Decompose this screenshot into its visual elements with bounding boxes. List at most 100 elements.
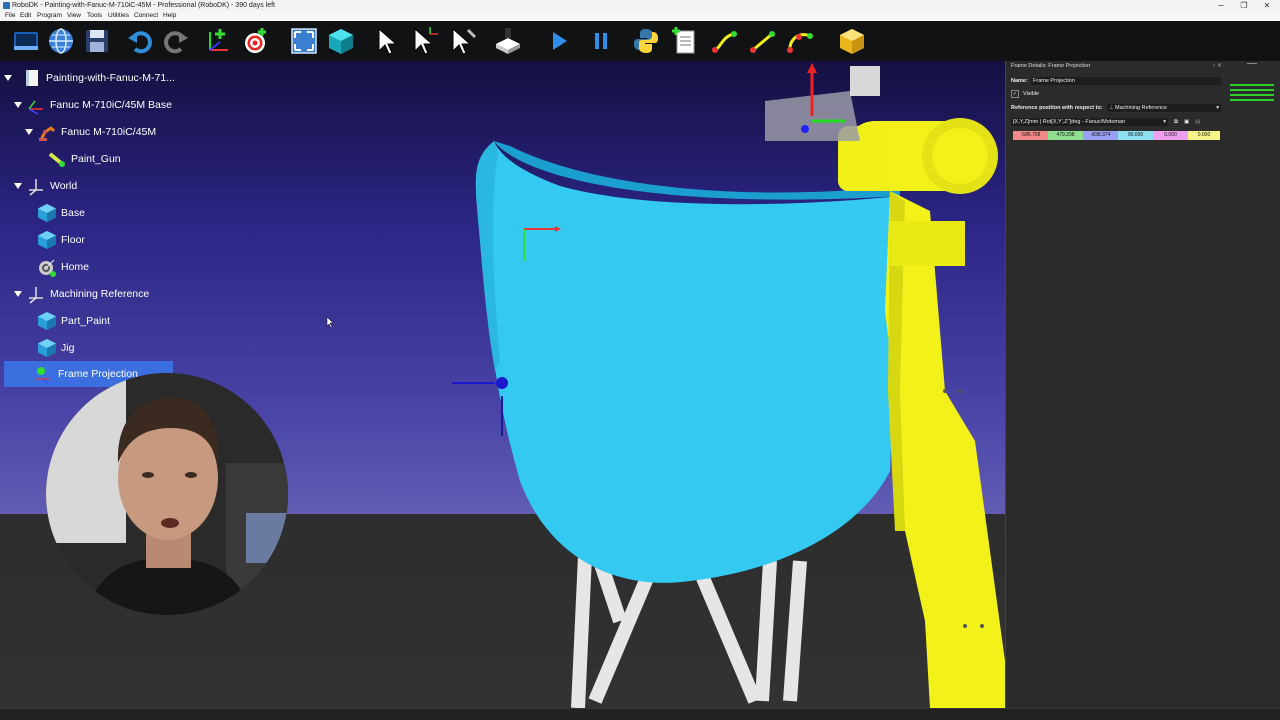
- move-reference-icon[interactable]: [409, 25, 441, 57]
- undo-icon[interactable]: [124, 25, 156, 57]
- reference-label: Reference position with respect to:: [1011, 105, 1103, 111]
- tree-item-machining-reference[interactable]: Machining Reference: [26, 282, 149, 306]
- visible-checkbox[interactable]: ✓: [1011, 90, 1019, 98]
- coord-y[interactable]: 479.298: [1048, 131, 1083, 140]
- webcam-overlay: [46, 373, 288, 615]
- object-icon: [38, 204, 56, 222]
- move-linear-icon[interactable]: [747, 25, 779, 57]
- redo-icon[interactable]: [160, 25, 192, 57]
- select-icon[interactable]: [372, 25, 404, 57]
- part-paint-model: [475, 141, 900, 583]
- main-toolbar: [0, 21, 1280, 61]
- tree-item-base[interactable]: Base: [37, 201, 85, 225]
- minimize-button[interactable]: ─: [1209, 0, 1233, 11]
- export-simulation-icon[interactable]: [492, 25, 524, 57]
- web-library-icon[interactable]: [45, 25, 77, 57]
- name-label: Name:: [1011, 78, 1028, 84]
- object-icon: [38, 312, 56, 330]
- python-program-icon[interactable]: [630, 25, 662, 57]
- dock-handle[interactable]: [1247, 63, 1257, 64]
- tree-item-robot-base[interactable]: Fanuc M-710iC/45M Base: [26, 93, 172, 117]
- panel-dock-icons[interactable]: ▫ ✕: [1213, 62, 1222, 69]
- menu-file[interactable]: File: [5, 11, 15, 21]
- expand-arrow-world[interactable]: [14, 183, 22, 189]
- tree-item-robot[interactable]: Fanuc M-710iC/45M: [37, 120, 156, 144]
- tree-item-home[interactable]: Home: [37, 255, 89, 279]
- station-icon: [26, 70, 38, 86]
- save-icon[interactable]: [81, 25, 113, 57]
- format-select[interactable]: [X,Y,Z]mm | Rot[X,Y',Z'']deg - Fanuc/Mot…: [1011, 118, 1168, 126]
- tree-item-jig[interactable]: Jig: [37, 336, 74, 360]
- close-button[interactable]: ✕: [1255, 0, 1279, 11]
- add-target-icon[interactable]: [239, 25, 271, 57]
- isometric-view-icon[interactable]: [325, 25, 357, 57]
- chevron-down-icon: ▾: [1216, 105, 1219, 111]
- signal-bars-icon: [1230, 84, 1274, 102]
- more-icon[interactable]: ▤: [1195, 119, 1200, 125]
- coord-rz[interactable]: 0.000: [1188, 131, 1220, 140]
- menu-tools[interactable]: Tools: [87, 11, 102, 21]
- name-row: Name: Frame Projection: [1011, 77, 1221, 85]
- copy-icon[interactable]: ⧉: [1174, 119, 1178, 126]
- open-station-icon[interactable]: [10, 25, 42, 57]
- format-row: [X,Y,Z]mm | Rot[X,Y',Z'']deg - Fanuc/Mot…: [1011, 118, 1221, 126]
- robot-icon: [39, 126, 56, 141]
- frame-select-icon: ⊥: [1108, 105, 1114, 111]
- menu-utilities[interactable]: Utilities: [108, 11, 129, 21]
- play-icon[interactable]: [543, 25, 575, 57]
- coord-ry[interactable]: 0.000: [1153, 131, 1188, 140]
- frame-icon: [29, 179, 43, 196]
- chevron-down-icon: ▾: [1163, 119, 1166, 125]
- target-icon: [39, 259, 56, 277]
- fit-all-icon[interactable]: [288, 25, 320, 57]
- robodk-window: RoboDK - Painting-with-Fanuc-M-710iC-45M…: [0, 0, 1280, 720]
- tree-item-paint-gun[interactable]: Paint_Gun: [47, 147, 121, 171]
- frame-small-icon: [36, 367, 50, 384]
- move-tool-icon[interactable]: [447, 25, 479, 57]
- tree-item-part-paint[interactable]: Part_Paint: [37, 309, 110, 333]
- coord-x[interactable]: -586.798: [1013, 131, 1048, 140]
- coord-z[interactable]: -838.374: [1083, 131, 1118, 140]
- frame-icon: [29, 287, 43, 304]
- object-icon: [38, 339, 56, 357]
- presenter-video: [46, 373, 288, 615]
- frame-projection-marker: [452, 377, 508, 436]
- station-tree: Painting-with-Fanuc-M-71... Fanuc M-710i…: [0, 61, 300, 401]
- paste-icon[interactable]: ▣: [1184, 119, 1189, 125]
- window-title: RoboDK - Painting-with-Fanuc-M-710iC-45M…: [12, 2, 275, 9]
- tool-icon: [48, 152, 65, 167]
- menu-view[interactable]: View: [67, 11, 81, 21]
- tree-item-station[interactable]: Painting-with-Fanuc-M-71...: [22, 66, 175, 90]
- expand-arrow-machining-reference[interactable]: [14, 291, 22, 297]
- app-logo-icon: [3, 2, 10, 9]
- tree-item-world[interactable]: World: [26, 174, 77, 198]
- status-bar: [0, 708, 1280, 720]
- add-frame-icon[interactable]: [203, 25, 235, 57]
- mouse-cursor: [326, 316, 334, 329]
- expand-arrow-robot[interactable]: [25, 129, 33, 135]
- move-joint-icon[interactable]: [709, 25, 741, 57]
- reference-select[interactable]: ⊥ Machining Reference ▾: [1106, 104, 1221, 112]
- pack-icon[interactable]: [836, 25, 868, 57]
- object-icon: [38, 231, 56, 249]
- expand-arrow-robot-base[interactable]: [14, 102, 22, 108]
- maximize-button[interactable]: ❐: [1232, 0, 1256, 11]
- menu-connect[interactable]: Connect: [134, 11, 158, 21]
- name-input[interactable]: Frame Projection: [1031, 77, 1221, 85]
- menu-program[interactable]: Program: [37, 11, 62, 21]
- visible-label: Visible: [1023, 91, 1040, 97]
- menu-help[interactable]: Help: [163, 11, 176, 21]
- frame-details-panel: Frame Details: Frame Projection ▫ ✕ Name…: [1005, 61, 1226, 708]
- visible-row: ✓ Visible: [1011, 90, 1039, 98]
- title-bar: RoboDK - Painting-with-Fanuc-M-710iC-45M…: [0, 0, 1280, 11]
- right-dock-strip: [1225, 61, 1280, 708]
- pause-icon[interactable]: [585, 25, 617, 57]
- menu-edit[interactable]: Edit: [20, 11, 31, 21]
- expand-arrow-station[interactable]: [4, 75, 12, 81]
- reference-row: Reference position with respect to: ⊥ Ma…: [1011, 104, 1221, 112]
- coord-rx[interactable]: 90.000: [1118, 131, 1153, 140]
- move-circular-icon[interactable]: [784, 25, 816, 57]
- panel-title: Frame Details: Frame Projection: [1011, 63, 1091, 69]
- tree-item-floor[interactable]: Floor: [37, 228, 85, 252]
- new-program-icon[interactable]: [669, 25, 701, 57]
